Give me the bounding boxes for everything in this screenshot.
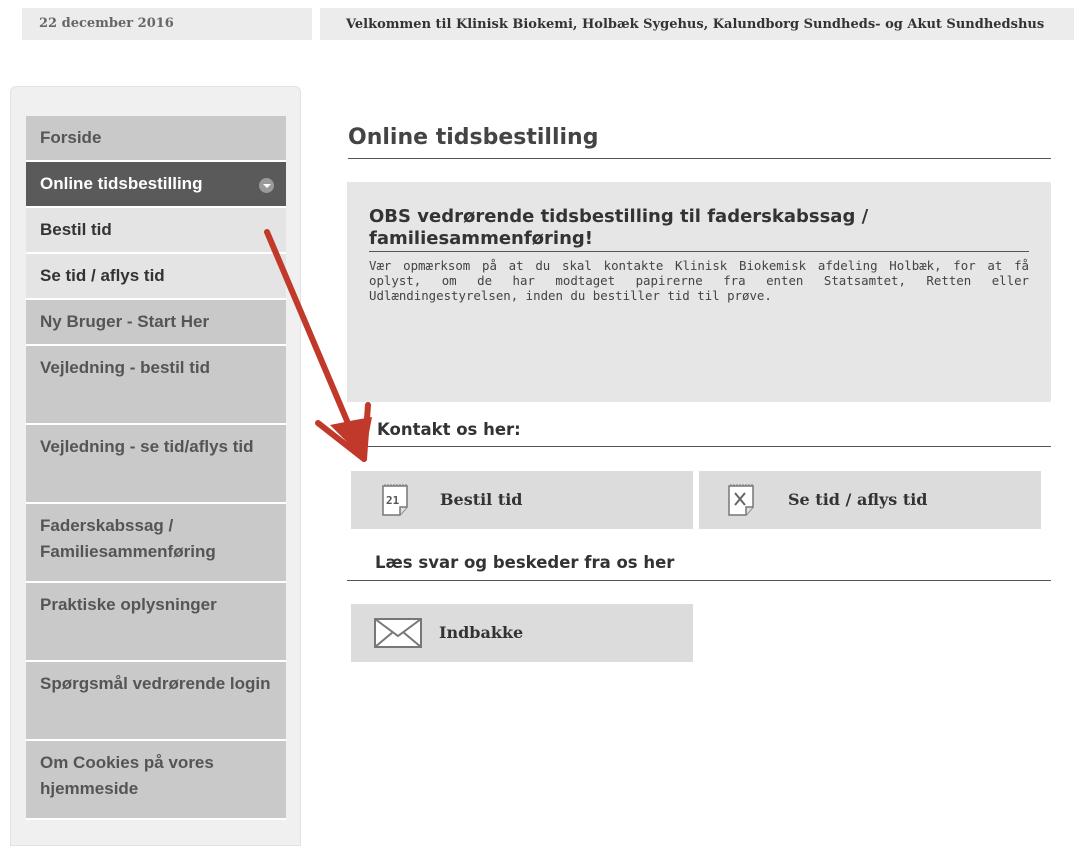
- messages-heading: Læs svar og beskeder fra os her: [347, 553, 1051, 581]
- notice-box: OBS vedrørende tidsbestilling til faders…: [347, 182, 1051, 402]
- sidebar-item-forside[interactable]: Forside: [26, 116, 286, 162]
- welcome-message: Velkommen til Klinisk Biokemi, Holbæk Sy…: [320, 8, 1074, 40]
- sidebar-item-vejledning-bestil-tid[interactable]: Vejledning - bestil tid: [26, 346, 286, 425]
- sidebar-item-ny-bruger[interactable]: Ny Bruger - Start Her: [26, 300, 286, 346]
- chevron-down-icon[interactable]: [259, 178, 274, 193]
- sidebar-item-label: Online tidsbestilling: [40, 174, 203, 193]
- sidebar-item-faderskabssag[interactable]: Faderskabssag / Familiesammenføring: [26, 504, 286, 583]
- sidebar-item-se-tid-aflys-tid[interactable]: Se tid / aflys tid: [26, 254, 286, 300]
- calendar-x-icon: [728, 484, 754, 516]
- notice-body: Vær opmærksom på at du skal kontakte Kli…: [369, 258, 1029, 303]
- calendar-icon: 21: [382, 484, 408, 516]
- calendar-icon-number: 21: [386, 494, 400, 507]
- envelope-icon: [374, 618, 422, 648]
- current-date: 22 december 2016: [22, 8, 316, 40]
- book-appointment-button[interactable]: 21 Bestil tid: [351, 471, 693, 529]
- see-cancel-appointment-button[interactable]: Se tid / aflys tid: [699, 471, 1041, 529]
- inbox-button[interactable]: Indbakke: [351, 604, 693, 662]
- sidebar-item-bestil-tid[interactable]: Bestil tid: [26, 208, 286, 254]
- see-cancel-appointment-label: Se tid / aflys tid: [788, 490, 928, 509]
- inbox-label: Indbakke: [439, 623, 524, 642]
- contact-heading: Kontakt os her:: [347, 420, 1051, 447]
- sidebar-item-praktiske-oplysninger[interactable]: Praktiske oplysninger: [26, 583, 286, 662]
- page-title: Online tidsbestilling: [348, 125, 1051, 159]
- sidebar-item-vejledning-se-tid[interactable]: Vejledning - se tid/aflys tid: [26, 425, 286, 504]
- top-bar: 22 december 2016 Velkommen til Klinisk B…: [0, 0, 1074, 40]
- sidebar-item-spoergsmaal-login[interactable]: Spørgsmål vedrørende login: [26, 662, 286, 741]
- notice-title: OBS vedrørende tidsbestilling til faders…: [369, 206, 1029, 252]
- book-appointment-label: Bestil tid: [440, 490, 523, 509]
- sidebar-nav: Forside Online tidsbestilling Bestil tid…: [26, 116, 286, 820]
- sidebar-item-om-cookies[interactable]: Om Cookies på vores hjemmeside: [26, 741, 286, 820]
- sidebar-item-online-tidsbestilling[interactable]: Online tidsbestilling: [26, 162, 286, 208]
